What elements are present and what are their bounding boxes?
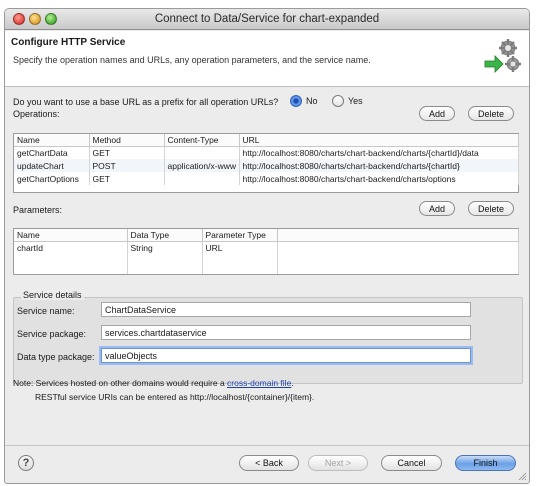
column-header-method[interactable]: Method (89, 134, 165, 147)
delete-parameter-button[interactable]: Delete (468, 201, 514, 216)
parameter-name-cell[interactable]: chartId (14, 241, 128, 254)
parameter-data-type-cell[interactable]: String (127, 241, 203, 254)
operation-name-cell[interactable]: getChartOptions (14, 172, 90, 185)
cross-domain-note: Note: Services hosted on other domains w… (13, 378, 294, 388)
restful-uri-note: RESTful service URIs can be entered as h… (35, 392, 315, 402)
operations-label: Operations: (13, 109, 60, 119)
column-header-content-type[interactable]: Content-Type (164, 134, 240, 147)
cancel-button[interactable]: Cancel (381, 455, 442, 471)
table-header-row: Name Data Type Parameter Type (14, 229, 519, 242)
table-row[interactable]: chartId String URL (14, 241, 519, 254)
service-details-legend: Service details (21, 290, 84, 300)
table-header-row: Name Method Content-Type URL (14, 134, 519, 147)
data-type-package-label: Data type package: (17, 352, 95, 362)
column-header-parameter-type[interactable]: Parameter Type (202, 229, 278, 242)
page-title: Configure HTTP Service (11, 37, 126, 48)
parameter-empty-cell (277, 241, 519, 254)
operation-content-type-cell[interactable]: application/x-www (164, 159, 240, 172)
service-name-input[interactable] (101, 302, 471, 317)
parameters-table: Name Data Type Parameter Type chartId St… (13, 228, 519, 275)
column-header-name[interactable]: Name (14, 134, 90, 147)
column-header-data-type[interactable]: Data Type (127, 229, 203, 242)
delete-operation-button[interactable]: Delete (468, 106, 514, 121)
base-url-yes-radio[interactable]: Yes (332, 95, 363, 107)
radio-indicator[interactable] (332, 95, 344, 107)
operation-name-cell[interactable]: updateChart (14, 159, 90, 172)
resize-grip-icon[interactable] (518, 472, 527, 481)
service-package-input[interactable] (101, 325, 471, 340)
table-row[interactable]: updateChart POST application/x-www http:… (14, 159, 519, 172)
operation-method-cell[interactable]: GET (89, 146, 165, 159)
column-header-name[interactable]: Name (14, 229, 128, 242)
parameters-label: Parameters: (13, 205, 63, 215)
note-text-end: . (291, 378, 294, 388)
operation-content-type-cell[interactable] (164, 146, 240, 159)
column-header-url[interactable]: URL (239, 134, 519, 147)
operation-name-cell[interactable]: getChartData (14, 146, 90, 159)
operation-content-type-cell[interactable] (164, 172, 240, 185)
title-bar[interactable]: Connect to Data/Service for chart-expand… (5, 9, 529, 30)
table-row[interactable]: getChartData GET http://localhost:8080/c… (14, 146, 519, 159)
base-url-no-radio[interactable]: No (290, 95, 318, 107)
page-description: Specify the operation names and URLs, an… (13, 55, 371, 65)
help-icon[interactable]: ? (18, 455, 34, 471)
radio-label: Yes (348, 96, 363, 106)
service-gears-icon (484, 39, 521, 73)
dialog-window: Connect to Data/Service for chart-expand… (4, 8, 530, 484)
operation-url-cell[interactable]: http://localhost:8080/charts/chart-backe… (239, 146, 519, 159)
add-operation-button[interactable]: Add (419, 106, 455, 121)
next-button[interactable]: Next > (308, 455, 368, 471)
radio-selected-indicator[interactable] (290, 95, 302, 107)
operations-table: Name Method Content-Type URL getChartDat… (13, 133, 519, 193)
operation-url-cell[interactable]: http://localhost:8080/charts/chart-backe… (239, 172, 519, 185)
operation-method-cell[interactable]: POST (89, 159, 165, 172)
column-header-empty (277, 229, 519, 242)
parameter-type-cell[interactable]: URL (202, 241, 278, 254)
service-package-label: Service package: (17, 329, 87, 339)
radio-label: No (306, 96, 318, 106)
service-name-label: Service name: (17, 306, 75, 316)
table-row[interactable]: getChartOptions GET http://localhost:808… (14, 172, 519, 185)
back-button[interactable]: < Back (239, 455, 299, 471)
data-type-package-input[interactable] (101, 348, 471, 363)
cross-domain-file-link[interactable]: cross-domain file (227, 378, 291, 388)
operation-method-cell[interactable]: GET (89, 172, 165, 185)
window-title: Connect to Data/Service for chart-expand… (154, 13, 380, 25)
table-row-filler (14, 254, 519, 274)
operation-url-cell[interactable]: http://localhost:8080/charts/chart-backe… (239, 159, 519, 172)
footer-divider (5, 445, 529, 446)
wizard-banner: Configure HTTP Service Specify the opera… (5, 31, 529, 87)
base-url-question: Do you want to use a base URL as a prefi… (13, 97, 279, 107)
finish-button[interactable]: Finish (455, 455, 516, 471)
add-parameter-button[interactable]: Add (419, 201, 455, 216)
note-text: Note: Services hosted on other domains w… (13, 378, 228, 388)
